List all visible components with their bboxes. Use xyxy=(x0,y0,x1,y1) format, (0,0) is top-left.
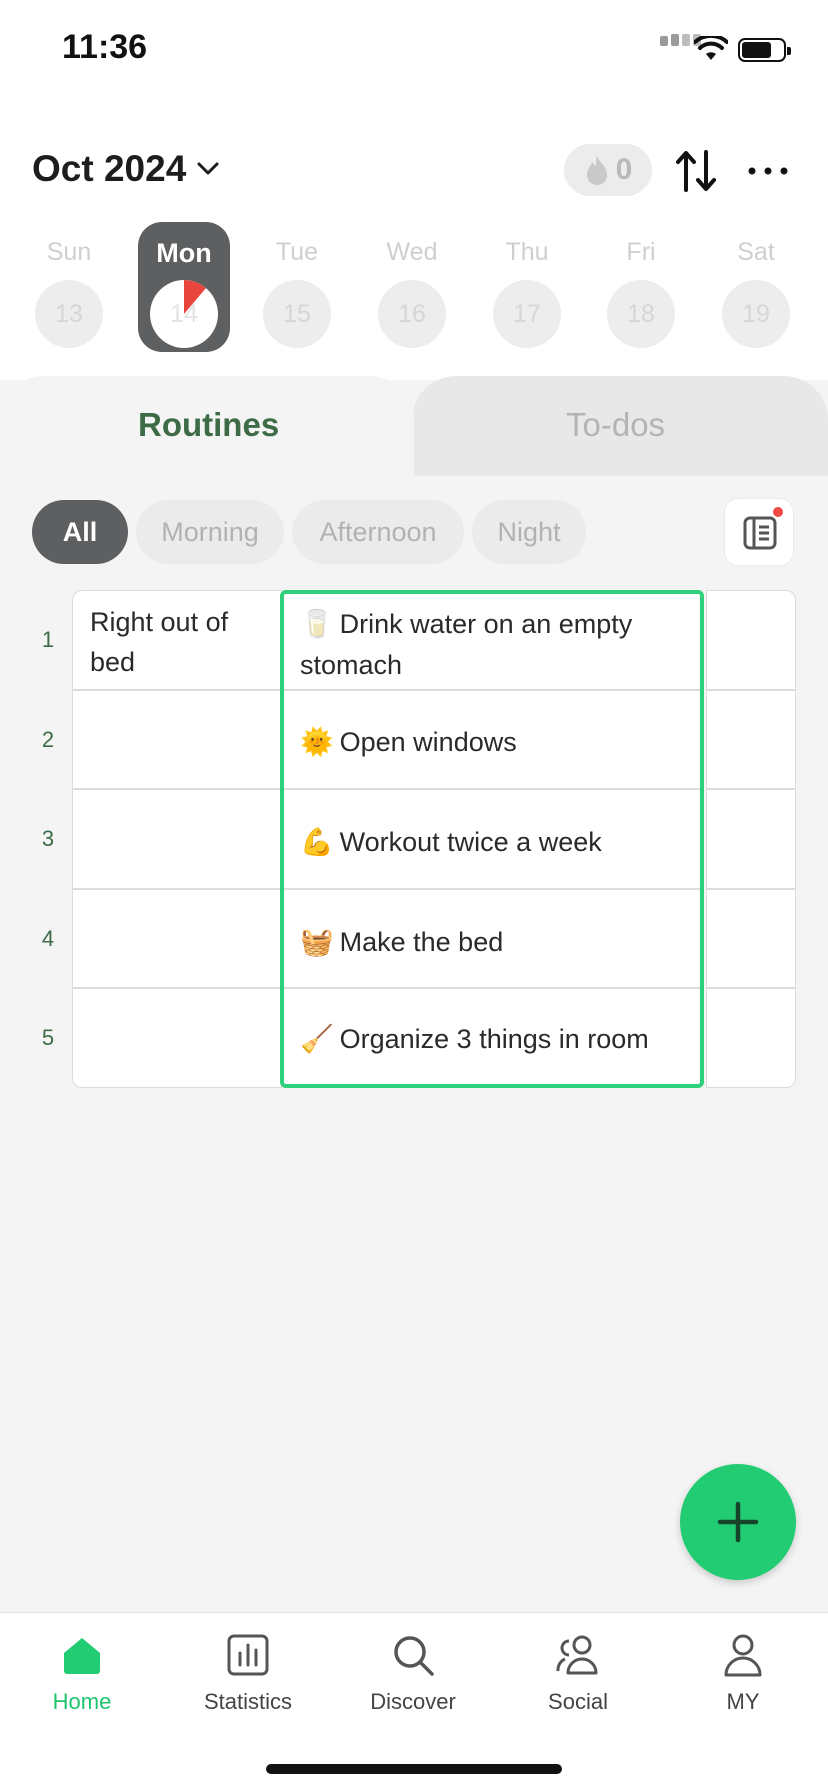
sun-icon: 🌞 xyxy=(300,727,334,758)
routine-label: Workout twice a week xyxy=(339,827,602,857)
time-slot-label: Right out of bed xyxy=(90,607,229,677)
status-time: 11:36 xyxy=(62,28,148,66)
notification-dot xyxy=(773,507,783,517)
day-name: Tue xyxy=(275,238,319,266)
routine-item[interactable]: 🌞 Open windows xyxy=(300,722,690,763)
streak-badge[interactable]: 0 xyxy=(564,144,652,196)
routine-label: Open windows xyxy=(339,727,517,757)
nav-label: Discover xyxy=(370,1689,456,1714)
day-name: Mon xyxy=(156,238,212,268)
routine-label: Drink water on an empty stomach xyxy=(300,609,633,680)
nav-statistics[interactable]: Statistics xyxy=(188,1633,308,1715)
nav-home[interactable]: Home xyxy=(22,1633,142,1715)
day-fri[interactable]: Fri 18 xyxy=(591,222,691,352)
day-mon-selected[interactable]: Mon 14 xyxy=(138,222,230,352)
wifi-icon xyxy=(694,36,728,60)
tab-routines-label: Routines xyxy=(138,406,280,443)
flexed-bicep-icon: 💪 xyxy=(300,827,334,858)
nav-label: Home xyxy=(52,1689,112,1714)
search-icon xyxy=(394,1636,434,1676)
status-icons xyxy=(660,34,792,64)
day-tue[interactable]: Tue 15 xyxy=(247,222,347,352)
day-sat[interactable]: Sat 19 xyxy=(706,222,806,352)
day-number: 18 xyxy=(607,280,675,348)
row-number: 4 xyxy=(41,926,55,951)
day-name: Sun xyxy=(46,238,92,266)
basket-icon: 🧺 xyxy=(300,927,334,958)
milk-glass-icon: 🥛 xyxy=(300,609,334,640)
sort-icon[interactable] xyxy=(674,148,718,194)
routine-label: Make the bed xyxy=(339,927,504,957)
day-name: Fri xyxy=(626,238,656,266)
row-number: 1 xyxy=(41,627,55,652)
bar-chart-icon xyxy=(227,1634,269,1676)
battery-icon xyxy=(738,38,791,62)
home-indicator xyxy=(266,1764,562,1774)
routine-item[interactable]: 🥛 Drink water on an empty stomach xyxy=(300,604,690,685)
routine-item[interactable]: 💪 Workout twice a week xyxy=(300,822,690,863)
month-selector[interactable]: Oct 2024 xyxy=(32,148,220,190)
nav-discover[interactable]: Discover xyxy=(353,1633,473,1715)
routine-label: Organize 3 things in room xyxy=(339,1024,649,1054)
nav-label: Statistics xyxy=(203,1689,293,1714)
nav-label: Social xyxy=(548,1689,608,1714)
nav-label: MY xyxy=(726,1689,760,1714)
filter-night[interactable]: Night xyxy=(472,500,586,564)
users-icon xyxy=(556,1635,598,1675)
routine-item[interactable]: 🧹 Organize 3 things in room xyxy=(300,1019,690,1060)
routine-item[interactable]: 🧺 Make the bed xyxy=(300,922,690,963)
day-name: Thu xyxy=(505,238,549,266)
filter-afternoon[interactable]: Afternoon xyxy=(292,500,464,564)
row-number: 5 xyxy=(41,1025,55,1050)
day-number: 15 xyxy=(263,280,331,348)
flame-icon xyxy=(586,156,607,185)
more-options-icon[interactable] xyxy=(746,158,790,184)
day-number: 13 xyxy=(35,280,103,348)
day-progress-ring: 14 xyxy=(150,280,218,348)
row-number: 3 xyxy=(41,826,55,851)
filter-all[interactable]: All xyxy=(32,500,128,564)
broom-icon: 🧹 xyxy=(300,1024,334,1055)
day-name: Sat xyxy=(737,238,775,266)
plus-icon xyxy=(717,1501,759,1543)
filter-morning[interactable]: Morning xyxy=(136,500,284,564)
streak-count: 0 xyxy=(615,153,633,186)
day-number: 19 xyxy=(722,280,790,348)
day-thu[interactable]: Thu 17 xyxy=(477,222,577,352)
day-name: Wed xyxy=(386,238,438,266)
day-sun[interactable]: Sun 13 xyxy=(19,222,119,352)
user-icon xyxy=(724,1634,762,1677)
nav-my[interactable]: MY xyxy=(683,1633,803,1715)
layout-toggle-button[interactable] xyxy=(724,498,794,566)
grid-right-column[interactable] xyxy=(706,590,796,1088)
month-label: Oct 2024 xyxy=(32,148,187,189)
day-number: 14 xyxy=(170,300,198,328)
row-number: 2 xyxy=(41,727,55,752)
day-number: 17 xyxy=(493,280,561,348)
tab-todos-label: To-dos xyxy=(566,406,666,443)
home-icon xyxy=(64,1638,100,1674)
nav-social[interactable]: Social xyxy=(518,1633,638,1715)
day-wed[interactable]: Wed 16 xyxy=(362,222,462,352)
day-number: 16 xyxy=(378,280,446,348)
chevron-down-icon xyxy=(197,162,219,175)
notebook-icon xyxy=(743,516,777,550)
add-routine-button[interactable] xyxy=(680,1464,796,1580)
